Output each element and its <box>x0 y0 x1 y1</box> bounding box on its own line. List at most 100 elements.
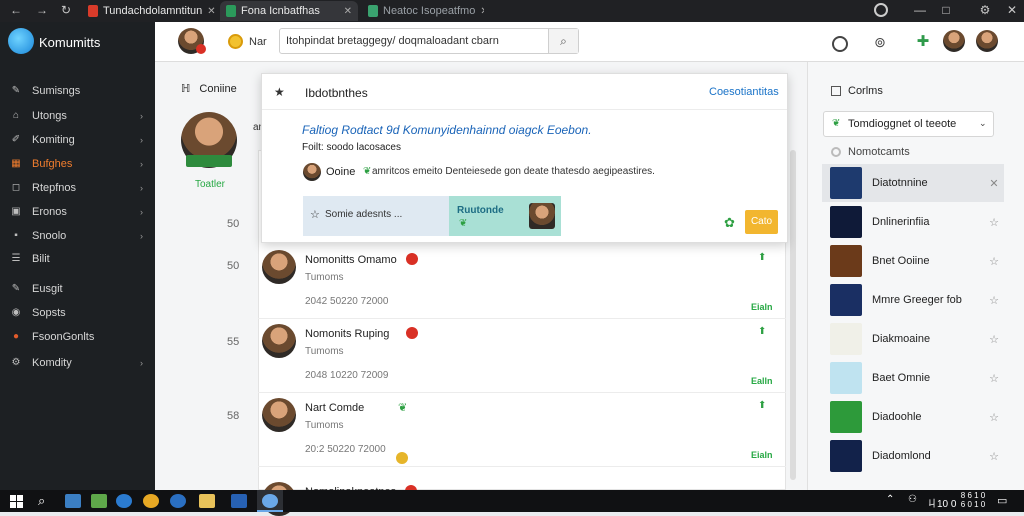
feed-action[interactable]: Ealln <box>751 376 773 386</box>
tag-icon: ⌂ <box>12 110 20 121</box>
popup-banner[interactable]: ☆ Somie adesnts ... Ruutonde ❦ <box>303 196 561 236</box>
community-list-item[interactable]: Mmre Greeger fob ☆ <box>822 281 1004 319</box>
sidebar-item[interactable]: ✐ Komiting › <box>0 129 155 151</box>
game-controller-icon[interactable]: ✚ <box>912 32 934 50</box>
settings-icon[interactable]: ⚙ <box>977 2 993 18</box>
feed-item-name[interactable]: Nart Comde <box>305 402 364 414</box>
refresh-icon[interactable] <box>832 36 848 52</box>
sidebar-item[interactable]: ◉ Sopsts <box>0 302 155 324</box>
reload-icon[interactable]: ↻ <box>58 2 74 18</box>
tray-chevron-icon[interactable]: ⌃ <box>886 494 894 505</box>
taskbar-clock[interactable]: 8 6 1 0 6 0 1 0 <box>958 491 988 509</box>
plant-icon[interactable]: ✿ <box>724 215 735 231</box>
search-input[interactable] <box>280 29 548 53</box>
browser-tab-active[interactable]: Fona Icnbatfhas ✕ <box>220 1 358 21</box>
task-view-icon[interactable] <box>65 494 81 508</box>
star-outline-icon[interactable]: ☆ <box>984 294 1004 307</box>
browser-tab[interactable]: Neatoc Isopeatfmo ✕ <box>362 1 484 21</box>
sidebar-item-label: Rtepfnos <box>32 182 77 194</box>
chat-icon: ◻ <box>11 182 21 193</box>
clock-icon[interactable] <box>874 3 888 17</box>
close-icon[interactable]: ✕ <box>344 6 352 17</box>
popup-headline[interactable]: Faltiog Rodtact 9d Komunyidenhainnd oiag… <box>302 123 772 137</box>
community-list-item[interactable]: Dnlinerinfiia ☆ <box>822 203 1004 241</box>
notification-popup: ★ Ibdotbnthes Coesotiantitas Faltiog Rod… <box>261 73 788 243</box>
count-label: 58 <box>227 410 240 422</box>
community-thumbnail <box>830 245 862 277</box>
active-app-button[interactable] <box>257 490 283 512</box>
community-list-item[interactable]: Diatotnnine ✕ <box>822 164 1004 202</box>
up-arrow-icon[interactable]: ⬆ <box>758 326 766 337</box>
forward-icon[interactable]: → <box>34 2 50 18</box>
feed-action[interactable]: Eialn <box>751 302 773 312</box>
up-arrow-icon[interactable]: ⬆ <box>758 252 766 263</box>
close-icon[interactable]: ✕ <box>480 6 484 17</box>
location-pin-icon[interactable]: ⊚ <box>872 34 888 52</box>
community-list-item[interactable]: Diakmoaine ☆ <box>822 320 1004 358</box>
back-icon[interactable]: ← <box>8 2 24 18</box>
community-list-item[interactable]: Bnet Ooiine ☆ <box>822 242 1004 280</box>
author-avatar[interactable] <box>303 163 321 181</box>
friend-avatar[interactable] <box>976 30 998 52</box>
star-outline-icon[interactable]: ☆ <box>984 216 1004 229</box>
close-icon[interactable]: ✕ <box>207 6 215 17</box>
feed-avatar[interactable] <box>262 324 296 358</box>
feed-avatar[interactable] <box>262 250 296 284</box>
browser-tab[interactable]: Tundachdolamntitun ✕ <box>82 1 216 21</box>
network-icon[interactable]: ⚇ <box>908 494 917 505</box>
notification-center-icon[interactable]: ▭ <box>997 494 1007 507</box>
media-thumbnail <box>529 203 555 229</box>
feed-action[interactable]: Eialn <box>751 450 773 460</box>
sidebar-item[interactable]: ☰ Bilit <box>0 248 155 270</box>
sidebar-item[interactable]: ⌂ Utongs › <box>0 105 155 127</box>
sidebar-item[interactable]: ▦ Bufghes › <box>0 153 155 175</box>
friend-avatar[interactable] <box>943 30 965 52</box>
scrollbar[interactable] <box>790 150 796 480</box>
popup-action-button[interactable]: Cato <box>745 210 778 234</box>
popup-link[interactable]: Coesotiantitas <box>709 86 779 98</box>
app-icon[interactable] <box>170 494 186 508</box>
minimize-icon[interactable]: — <box>912 2 928 18</box>
maximize-icon[interactable]: □ <box>938 2 954 18</box>
star-outline-icon[interactable]: ☆ <box>984 255 1004 268</box>
mail-icon[interactable] <box>231 494 247 508</box>
star-outline-icon[interactable]: ☆ <box>984 450 1004 463</box>
feed-avatar[interactable] <box>262 398 296 432</box>
search-icon[interactable]: ⌕ <box>38 493 45 509</box>
search-icon[interactable]: ⌕ <box>548 29 578 53</box>
close-icon[interactable]: ✕ <box>984 177 1004 190</box>
brand-name: Komumitts <box>39 35 101 50</box>
popup-media[interactable]: Ruutonde ❦ <box>449 196 561 236</box>
sidebar-item[interactable]: ▪ Snoolo › <box>0 225 155 247</box>
chrome-icon[interactable] <box>143 494 159 508</box>
brand-logo-icon[interactable] <box>8 28 34 54</box>
author-name[interactable]: Ooine <box>326 166 355 178</box>
star-outline-icon[interactable]: ☆ <box>984 372 1004 385</box>
sidebar-item[interactable]: ✎ Sumisngs <box>0 80 155 102</box>
window-close-icon[interactable]: ✕ <box>1004 2 1020 18</box>
sidebar-item[interactable]: ● FsoonGonlts <box>0 326 155 348</box>
sidebar-item[interactable]: ⚙ Komdity › <box>0 352 155 374</box>
star-outline-icon[interactable]: ☆ <box>984 333 1004 346</box>
feed-item-name[interactable]: Nomonits Ruping <box>305 328 389 340</box>
community-list-item[interactable]: Diadoohle ☆ <box>822 398 1004 436</box>
popup-title: Ibdotbnthes <box>305 86 368 100</box>
folder-icon[interactable] <box>199 494 215 508</box>
filter-dropdown[interactable]: ❦ Tomdioggnet ol teeote ⌄ <box>823 111 994 137</box>
community-list-item[interactable]: Baet Omnie ☆ <box>822 359 1004 397</box>
community-list-item[interactable]: Diadomlond ☆ <box>822 437 1004 475</box>
edge-icon[interactable] <box>116 494 132 508</box>
sidebar-item[interactable]: ▣ Eronos › <box>0 201 155 223</box>
star-outline-icon[interactable]: ☆ <box>984 411 1004 424</box>
sidebar-item[interactable]: ◻ Rtepfnos › <box>0 177 155 199</box>
clock-icon <box>831 147 841 157</box>
coin-icon[interactable] <box>228 34 243 49</box>
up-arrow-icon[interactable]: ⬆ <box>758 400 766 411</box>
leaf-icon: ❦ <box>398 402 408 414</box>
feed-item-name[interactable]: Nomonitts Omamo <box>305 254 397 266</box>
sidebar-item[interactable]: ✎ Eusgit <box>0 278 155 300</box>
checkbox-icon[interactable] <box>831 86 841 96</box>
community-thumbnail <box>830 206 862 238</box>
store-icon[interactable] <box>91 494 107 508</box>
start-button-icon[interactable] <box>10 495 23 508</box>
